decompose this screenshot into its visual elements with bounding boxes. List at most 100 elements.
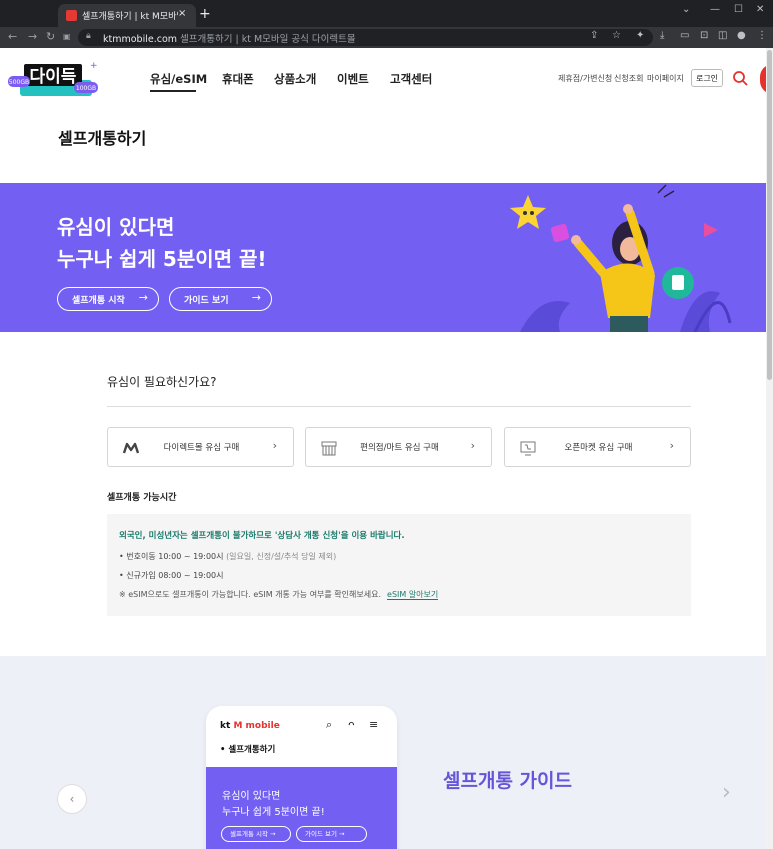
phone-hero-banner: 유심이 있다면 누구나 쉽게 5분이면 끝! 셀프개통 시작 → 가이드 보기 … (206, 767, 397, 849)
site-logo[interactable]: 다이득 500GB 100GB + (8, 58, 100, 100)
hours-number-port-note: (일요일, 신정/설/추석 당일 제외) (226, 552, 337, 561)
util-mypage-link[interactable]: 마이페이지 (647, 73, 684, 84)
tab-title: 셀프개통하기 | kt M모바일 (82, 12, 178, 22)
lock-icon: 🔒︎ (86, 31, 91, 41)
arrow-right-icon: → (270, 830, 276, 838)
util-order-lookup-link[interactable]: 신청조회 (614, 73, 643, 84)
gnb-customer-center[interactable]: 고객센터 (390, 71, 432, 87)
self-activation-start-button[interactable]: 셀프개통 시작 → (57, 287, 159, 311)
phone-hero-line-2: 누구나 쉽게 5분이면 끝! (222, 807, 325, 818)
chevron-right-icon: › (272, 439, 277, 452)
self-activation-guide-section: kt M mobile ⌕ ᴖ ≡ • 셀프개통하기 유심이 있다면 누구나 쉽… (0, 656, 773, 849)
browser-tabbar: 셀프개통하기 | kt M모바일 × + ⌄ — ☐ ✕ (0, 0, 773, 27)
hero-banner: 유심이 있다면 누구나 쉽게 5분이면 끝! 셀프개통 시작 → 가이드 보기 → (0, 183, 773, 332)
foreigner-minor-notice: 외국인, 미성년자는 셀프개통이 불가하므로 '상담사 개통 신청'을 이용 바… (119, 531, 405, 541)
web-page: 다이득 500GB 100GB + 유심/eSIM 휴대폰 상품소개 이벤트 고… (0, 48, 773, 849)
arrow-right-icon: → (339, 830, 345, 838)
gnb-active-indicator (150, 90, 196, 92)
hero-headline-2: 누구나 쉽게 5분이면 끝! (57, 247, 267, 271)
chevron-right-icon: › (470, 439, 475, 452)
maximize-icon[interactable]: ☐ (734, 4, 743, 15)
phone-search-icon: ⌕ (326, 718, 333, 731)
hero-headline-1: 유심이 있다면 (57, 215, 175, 239)
phone-menu-icon: ≡ (369, 718, 379, 731)
svg-text:+: + (90, 61, 98, 71)
arrow-right-icon: → (251, 291, 261, 304)
new-tab-button[interactable]: + (199, 6, 211, 22)
arrow-right-icon: → (138, 291, 148, 304)
hero-illustration (510, 184, 732, 332)
gnb-usim-esim[interactable]: 유심/eSIM (150, 71, 207, 87)
site-header: 다이득 500GB 100GB + 유심/eSIM 휴대폰 상품소개 이벤트 고… (0, 48, 773, 103)
phone-kt-logo: kt M mobile (220, 721, 280, 731)
buy-direct-mall-usim-card[interactable]: 다이렉트몰 유심 구매 › (107, 427, 294, 467)
profile-icon[interactable]: ● (737, 30, 746, 41)
browser-toolbar: ← → ↻ ▣ 🔒︎ ktmmobile.com 셀프개통하기 | kt M모바… (0, 27, 773, 48)
scrollbar-thumb[interactable] (767, 50, 772, 380)
activation-hours-title: 셀프개통 가능시간 (107, 493, 177, 503)
buy-open-market-usim-label: 오픈마켓 유심 구매 (564, 443, 633, 453)
favicon-icon (66, 10, 77, 21)
phone-guide-button: 가이드 보기 → (296, 826, 367, 842)
cast-icon[interactable]: ▭ (680, 30, 689, 41)
logo-text: 다이득 (30, 67, 77, 87)
window-close-icon[interactable]: ✕ (756, 4, 764, 15)
hours-item-new-signup: • 신규가입 08:00 ~ 19:00시 (119, 571, 224, 580)
buy-convenience-store-usim-card[interactable]: 편의점/마트 유심 구매 › (305, 427, 492, 467)
search-icon[interactable] (732, 70, 748, 86)
guide-view-label: 가이드 보기 (184, 295, 229, 306)
login-button[interactable]: 로그인 (691, 69, 723, 87)
sidepanel-icon[interactable]: ◫ (718, 30, 727, 41)
logo-badge-right: 100GB (76, 85, 96, 92)
page-title: 셀프개통하기 (58, 129, 147, 148)
logo-badge-left: 500GB (9, 79, 29, 86)
site-info-icon[interactable]: ▣ (63, 32, 71, 41)
gnb-events[interactable]: 이벤트 (337, 71, 369, 87)
share-icon[interactable]: ⇪ (590, 30, 598, 41)
phone-user-icon: ᴖ (348, 718, 355, 731)
divider (107, 406, 691, 407)
activation-hours-box: 외국인, 미성년자는 셀프개통이 불가하므로 '상담사 개통 신청'을 이용 바… (107, 514, 691, 616)
phone-mockup: kt M mobile ⌕ ᴖ ≡ • 셀프개통하기 유심이 있다면 누구나 쉽… (206, 706, 397, 849)
gnb-products[interactable]: 상품소개 (274, 71, 316, 87)
esim-learn-more-link[interactable]: eSIM 알아보기 (387, 590, 439, 600)
extensions-icon[interactable]: ✦ (636, 30, 644, 41)
chevron-right-icon: › (669, 439, 674, 452)
tab-close-icon[interactable]: × (178, 8, 186, 19)
browser-tab[interactable]: 셀프개통하기 | kt M모바일 × (58, 4, 196, 27)
tab-search-icon[interactable]: ⌄ (682, 4, 690, 15)
hours-new-signup-text: 신규가입 08:00 ~ 19:00시 (126, 571, 224, 580)
page-scrollbar[interactable] (766, 48, 773, 849)
phone-guide-label: 가이드 보기 (305, 830, 337, 838)
esim-note: ※ eSIM으로도 셀프개통이 가능합니다. eSIM 개통 가능 여부를 확인… (119, 589, 439, 600)
esim-note-text: ※ eSIM으로도 셀프개통이 가능합니다. eSIM 개통 가능 여부를 확인… (119, 590, 382, 599)
back-icon[interactable]: ← (8, 30, 17, 43)
bookmark-icon[interactable]: ☆ (612, 30, 621, 41)
phone-breadcrumb: • 셀프개통하기 (220, 745, 276, 755)
usim-question-heading: 유심이 필요하신가요? (107, 375, 217, 389)
phone-start-label: 셀프개통 시작 (230, 830, 268, 838)
phone-hero-line-1: 유심이 있다면 (222, 791, 281, 802)
screenshot-icon[interactable]: ⊡ (700, 30, 708, 41)
browser-menu-icon[interactable]: ⋮ (757, 30, 767, 41)
url-domain: ktmmobile.com (103, 34, 178, 45)
util-partner-link[interactable]: 제휴점/가변신청 (558, 73, 612, 84)
phone-logo-kt: kt (220, 721, 231, 731)
gnb-phone[interactable]: 휴대폰 (222, 71, 254, 87)
reload-icon[interactable]: ↻ (46, 30, 55, 43)
self-activation-start-label: 셀프개통 시작 (72, 295, 125, 306)
hours-number-port-text: 번호이동 10:00 ~ 19:00시 (126, 552, 224, 561)
buy-open-market-usim-card[interactable]: 오픈마켓 유심 구매 › (504, 427, 691, 467)
forward-icon[interactable]: → (28, 30, 37, 43)
carousel-next-button[interactable]: › (722, 780, 731, 805)
hours-item-number-port: • 번호이동 10:00 ~ 19:00시 (일요일, 신정/설/추석 당일 제… (119, 552, 337, 561)
phone-start-button: 셀프개통 시작 → (221, 826, 291, 842)
buy-direct-mall-usim-label: 다이렉트몰 유심 구매 (163, 443, 240, 453)
minimize-icon[interactable]: — (710, 4, 720, 15)
url-page-title: 셀프개통하기 | kt M모바일 공식 다이렉트몰 (180, 34, 356, 45)
download-icon[interactable]: ⤓ (660, 30, 664, 41)
address-bar[interactable]: 🔒︎ ktmmobile.com 셀프개통하기 | kt M모바일 공식 다이렉… (78, 29, 653, 46)
guide-view-button[interactable]: 가이드 보기 → (169, 287, 272, 311)
carousel-prev-button[interactable]: ‹ (57, 784, 87, 814)
buy-convenience-store-usim-label: 편의점/마트 유심 구매 (360, 443, 439, 453)
